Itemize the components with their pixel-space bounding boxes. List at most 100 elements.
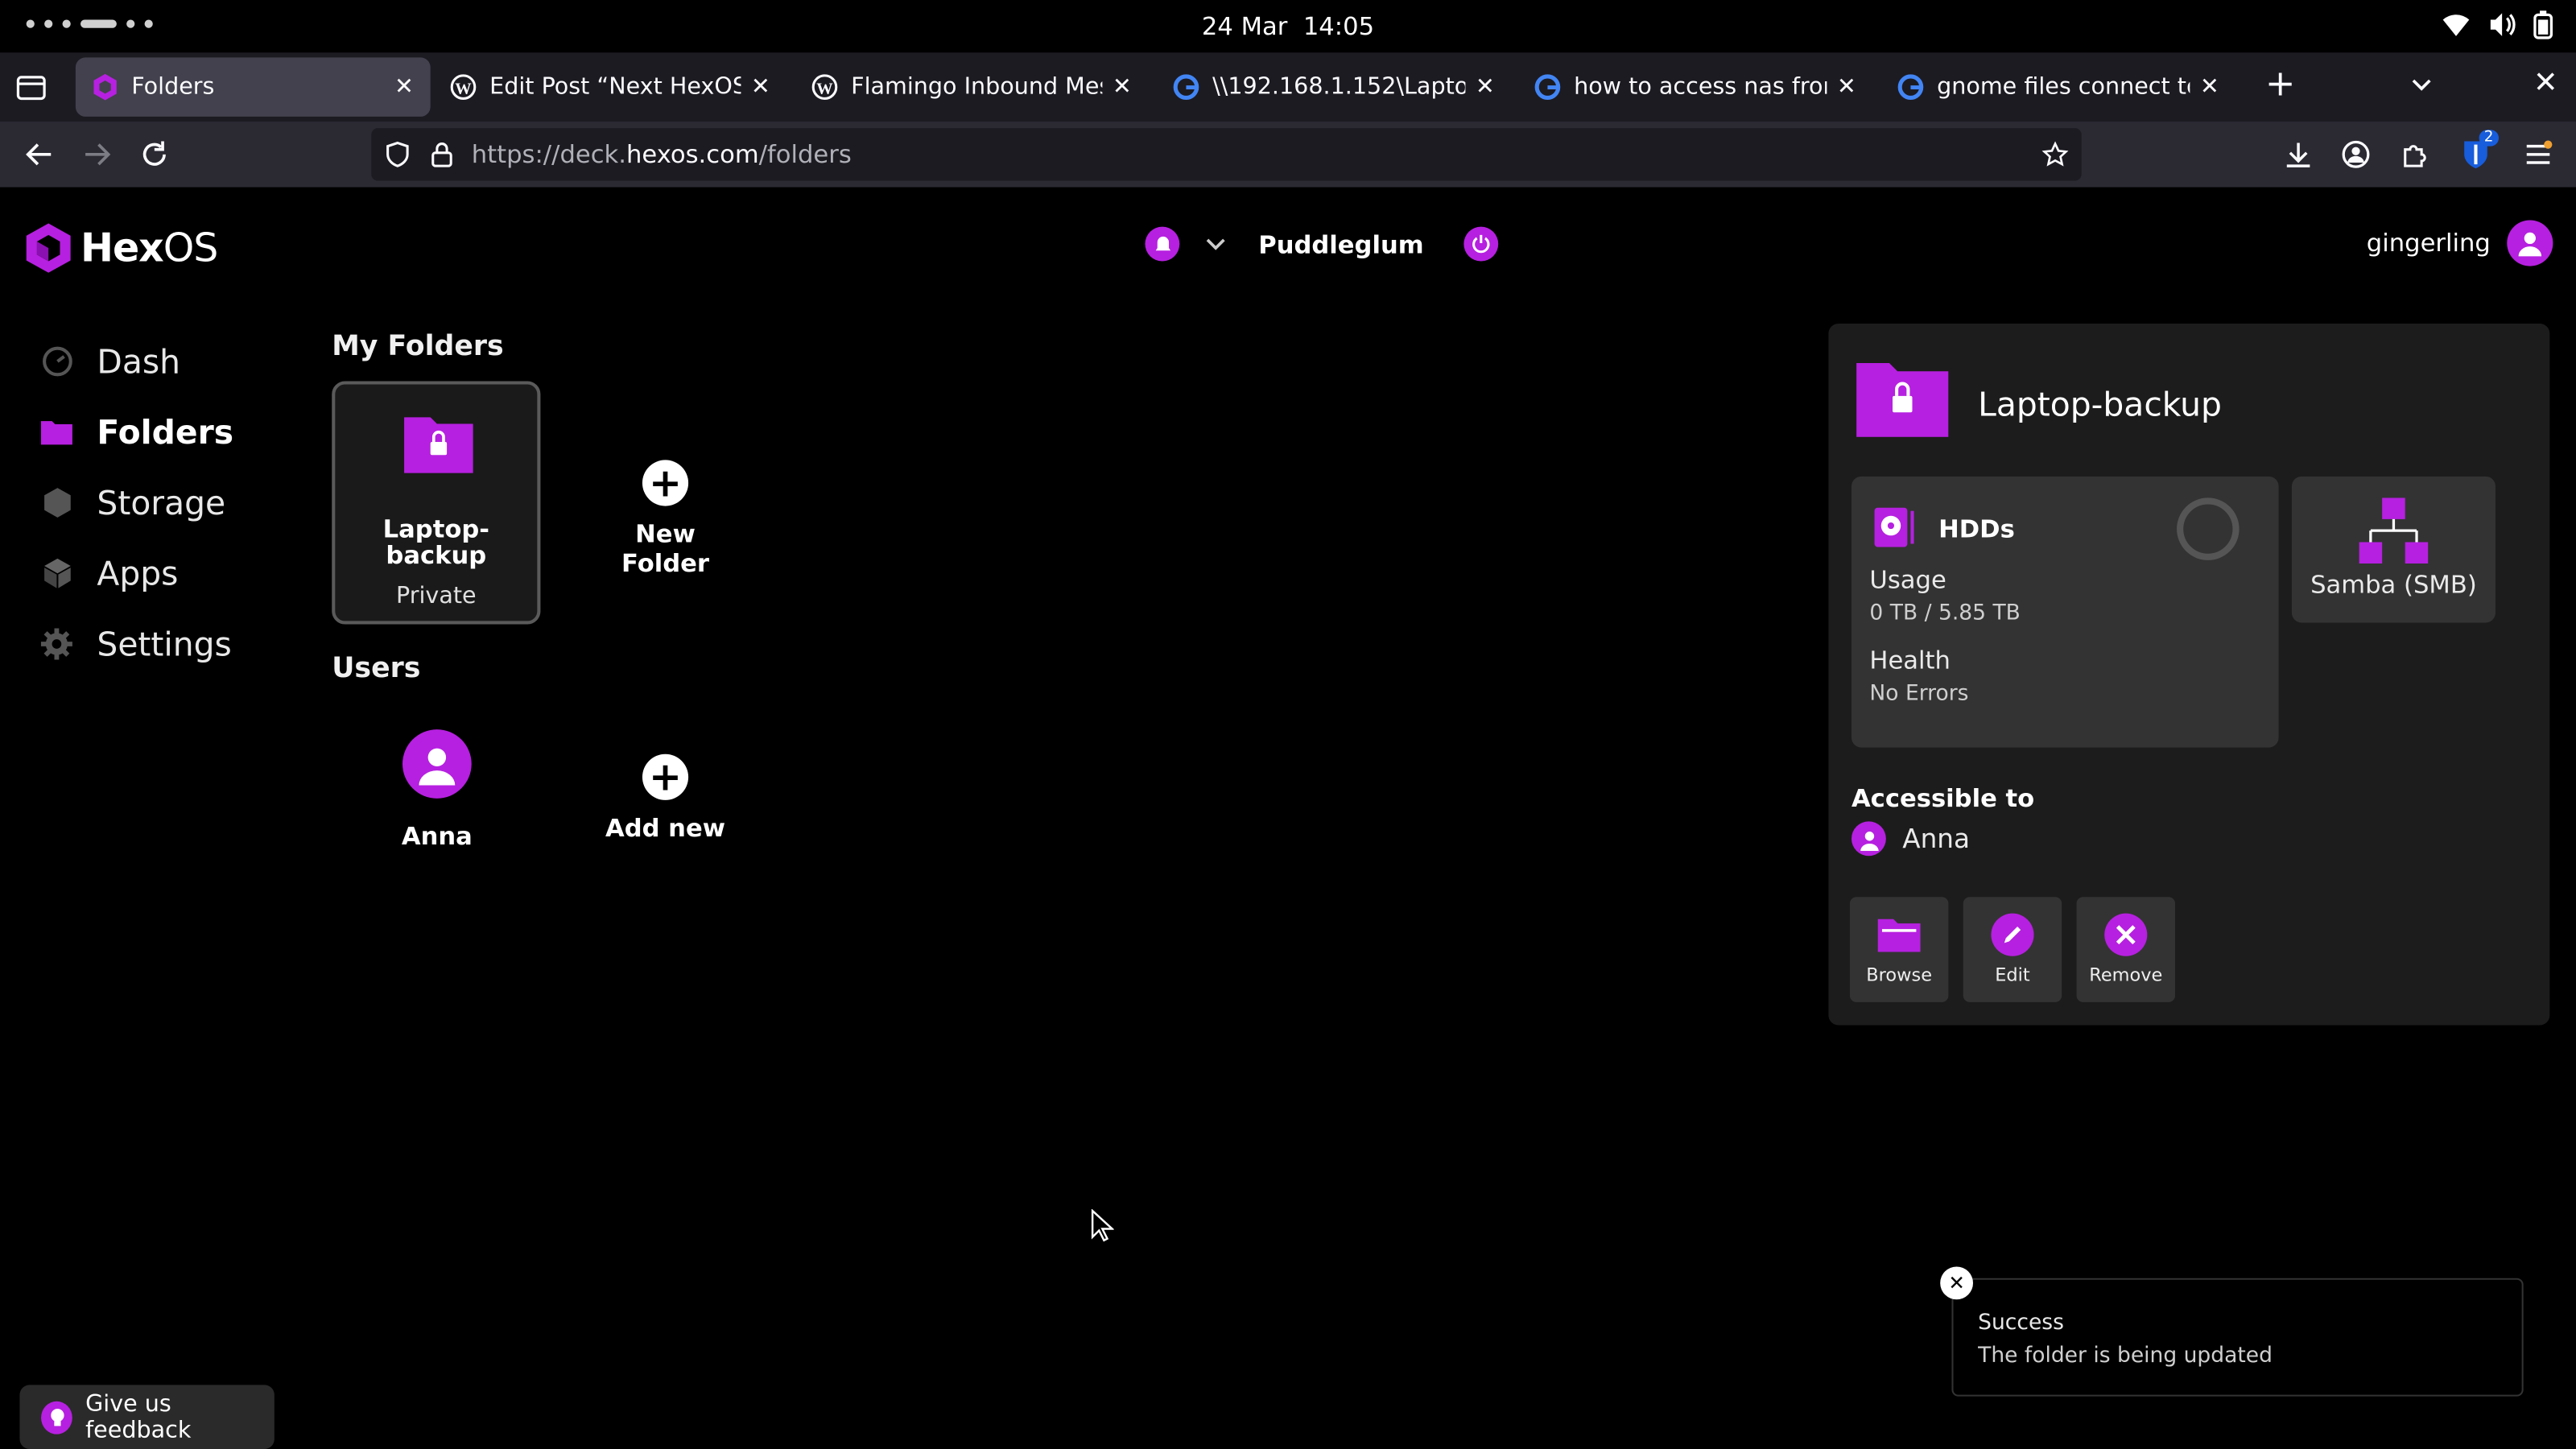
tab-close-icon[interactable]: ✕ [748,74,774,101]
window-close-button[interactable]: ✕ [2533,66,2558,101]
my-folders-title: My Folders [332,330,504,364]
toast-message: The folder is being updated [1978,1344,2273,1368]
tab-close-icon[interactable]: ✕ [391,74,418,101]
server-name: Puddleglum [1258,229,1424,259]
storage-pool-card[interactable]: HDDs Usage 0 TB / 5.85 TB Health No Erro… [1851,476,2279,748]
storage-icon [39,485,74,519]
chevron-down-icon[interactable] [1203,231,1229,258]
lock-icon[interactable] [431,142,454,168]
tab-close-icon[interactable]: ✕ [1834,74,1860,101]
system-tray[interactable] [2442,10,2553,39]
usage-value: 0 TB / 5.85 TB [1869,601,2021,626]
bookmark-star-icon[interactable] [2041,141,2069,168]
tab-title: Flamingo Inbound Messag... [851,73,1102,101]
user-card-anna[interactable]: Anna [378,729,496,851]
pool-name: HDDs [1938,514,2015,544]
browser-tab-strip: Folders ✕ W Edit Post “Next HexOS” ‹ ...… [0,52,2576,122]
system-clock[interactable]: 24 Mar 14:05 [0,11,2576,41]
plus-circle-icon: + [642,460,689,506]
lightbulb-icon [41,1400,72,1434]
add-user-button[interactable]: + Add new [598,753,733,843]
accessible-user-name: Anna [1902,823,1970,855]
tab-close-icon[interactable]: ✕ [1109,74,1136,101]
reload-button[interactable] [134,134,174,174]
tab-title: \\192.168.1.152\Laptop ba... [1212,73,1466,101]
forward-arrow-icon [85,143,111,166]
tab-close-icon[interactable]: ✕ [2197,74,2223,101]
sidebar-item-folders[interactable]: Folders [39,396,233,467]
google-icon [1534,74,1561,101]
sidebar-item-apps[interactable]: Apps [39,537,233,608]
svg-text:W: W [455,80,472,97]
browse-button[interactable]: Browse [1849,897,1949,1002]
tab-title: how to access nas from fe... [1574,73,1827,101]
dash-icon [39,344,74,378]
folder-card-laptop-backup[interactable]: Laptop-backup Private [332,381,541,625]
plus-circle-icon: + [642,753,689,800]
sidebar-item-storage[interactable]: Storage [39,467,233,538]
browser-tab-gnome-search[interactable]: gnome files connect to se... ✕ [1881,57,2236,116]
pencil-icon [1991,913,2034,956]
google-icon [1897,74,1924,101]
notification-bell-icon[interactable] [1145,226,1180,262]
hamburger-menu-icon[interactable] [2524,139,2553,169]
extension-badge: 2 [2479,130,2499,147]
new-folder-button[interactable]: + New Folder [592,460,740,578]
edit-button[interactable]: Edit [1963,897,2062,1002]
clock-time: 14:05 [1302,11,1375,42]
new-folder-label: New Folder [621,518,710,579]
browser-tab-nas-search[interactable]: how to access nas from fe... ✕ [1518,57,1873,116]
svg-text:W: W [816,80,833,97]
locked-folder-icon [404,417,473,473]
hexos-app: HexOS Puddleglum gingerling Dash Folders [0,187,2576,1449]
user-avatar-icon [2507,220,2553,266]
new-tab-button[interactable]: + [2260,65,2300,105]
tracking-protection-shield-icon[interactable] [385,141,411,168]
tab-close-icon[interactable]: ✕ [1472,74,1499,101]
loading-spinner-icon [2177,497,2240,560]
url-text[interactable]: https://deck.hexos.com/folders [472,139,852,169]
firefox-view-icon[interactable] [13,69,49,105]
browser-tab-folders[interactable]: Folders ✕ [75,57,431,117]
wordpress-icon: W [450,74,477,101]
hexos-logo-icon [26,223,71,273]
extensions-puzzle-icon[interactable] [2401,139,2430,169]
sidebar-item-label: Apps [97,552,179,592]
folder-detail-panel: Laptop-backup HDDs Usage 0 TB / 5.85 TB … [1828,324,2550,1026]
edit-label: Edit [1995,964,2030,986]
downloads-icon[interactable] [2284,139,2314,169]
toast-title: Success [1978,1311,2064,1336]
sidebar-item-settings[interactable]: Settings [39,608,233,679]
address-bar[interactable]: https://deck.hexos.com/folders [371,128,2082,181]
tab-title: gnome files connect to se... [1937,73,2190,101]
sidebar-item-label: Dash [97,341,181,381]
list-all-tabs-chevron-icon[interactable] [2409,72,2435,99]
forward-button[interactable] [77,134,117,174]
users-title: Users [332,652,421,686]
accessible-user-anna: Anna [1851,821,1970,857]
server-selector[interactable]: Puddleglum [1145,226,1498,262]
toast-close-icon[interactable]: ✕ [1940,1266,1974,1300]
browser-tab-smb-search[interactable]: \\192.168.1.152\Laptop ba... ✕ [1157,57,1512,116]
hexos-logo[interactable]: HexOS [26,223,218,273]
apps-icon [39,555,74,590]
health-label: Health [1869,646,1951,675]
logo-text: HexOS [80,225,218,271]
wifi-icon [2442,14,2470,36]
user-menu[interactable]: gingerling [2367,220,2553,266]
power-icon[interactable] [1463,226,1498,262]
sidebar-item-dash[interactable]: Dash [39,325,233,396]
remove-button[interactable]: Remove [2076,897,2176,1002]
browser-tab-flamingo[interactable]: W Flamingo Inbound Messag... ✕ [795,57,1149,116]
hexos-icon [92,73,118,101]
feedback-button[interactable]: Give us feedback [19,1385,275,1449]
browser-tab-edit-post[interactable]: W Edit Post “Next HexOS” ‹ ... ✕ [434,57,787,116]
network-share-icon [2359,497,2429,564]
bitwarden-extension-button[interactable]: 2 [2459,130,2499,179]
remove-label: Remove [2089,964,2163,986]
account-icon[interactable] [2341,139,2371,169]
back-button[interactable] [19,134,59,174]
sidebar-item-label: Settings [97,623,232,663]
sidebar-item-label: Storage [97,481,226,522]
smb-protocol-card[interactable]: Samba (SMB) [2291,476,2496,623]
